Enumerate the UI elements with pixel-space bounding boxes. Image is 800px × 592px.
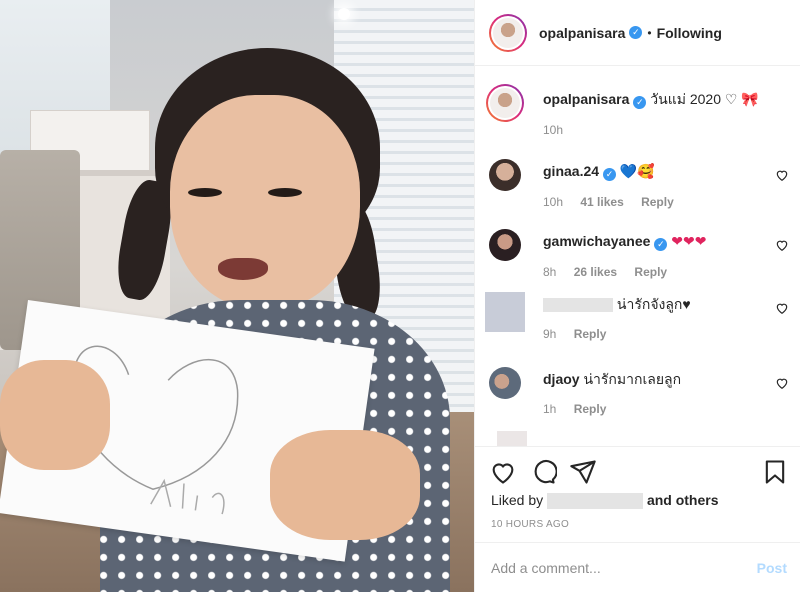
commenter-avatar-redacted[interactable] bbox=[485, 292, 525, 332]
reply-button[interactable]: Reply bbox=[574, 327, 607, 341]
like-comment-heart-icon[interactable] bbox=[775, 376, 789, 390]
comment-likes[interactable]: 26 likes bbox=[574, 265, 617, 279]
photo-girl-mouth bbox=[218, 258, 268, 280]
caption-row: opalpanisara ✓ วันแม่ 2020 ♡ 🎀 10h bbox=[486, 84, 789, 147]
comment-time: 10h bbox=[543, 195, 564, 209]
post-timestamp[interactable]: 10 HOURS AGO bbox=[491, 519, 569, 530]
comment-body: gamwichayanee ✓ ❤❤❤ 8h 26 likes Reply bbox=[543, 232, 763, 281]
post-side-panel: opalpanisara ✓ • Following opalpanisara ✓… bbox=[474, 0, 800, 592]
liked-by-line: Liked by and others bbox=[491, 492, 719, 510]
following-button[interactable]: Following bbox=[657, 25, 722, 41]
actions-divider bbox=[475, 446, 800, 447]
comment-text: น่ารักมากเลยลูก bbox=[583, 371, 682, 387]
like-comment-heart-icon[interactable] bbox=[775, 238, 789, 252]
like-comment-heart-icon[interactable] bbox=[775, 168, 789, 182]
separator-dot: • bbox=[647, 25, 652, 40]
comment-row: gamwichayanee ✓ ❤❤❤ 8h 26 likes Reply bbox=[489, 229, 789, 289]
verified-badge-icon: ✓ bbox=[633, 96, 647, 109]
reply-button[interactable]: Reply bbox=[641, 195, 674, 209]
post-header: opalpanisara ✓ • Following bbox=[475, 0, 800, 66]
comment-time: 9h bbox=[543, 327, 557, 341]
comment-body: น่ารักจังลูก♥ 9h Reply bbox=[543, 295, 763, 343]
verified-badge-icon: ✓ bbox=[603, 168, 617, 181]
comment-row: djaoy น่ารักมากเลยลูก 1h Reply bbox=[489, 367, 789, 427]
reply-button[interactable]: Reply bbox=[574, 402, 607, 416]
commenter-username[interactable]: djaoy bbox=[543, 371, 580, 387]
commenter-username[interactable]: gamwichayanee bbox=[543, 233, 650, 249]
comment-body: ginaa.24 ✓ 💙🥰 10h 41 likes Reply bbox=[543, 162, 763, 211]
comment-icon[interactable] bbox=[529, 458, 557, 486]
caption-author[interactable]: opalpanisara bbox=[543, 91, 629, 107]
caption-text: วันแม่ 2020 ♡ bbox=[650, 91, 738, 107]
bow-icon: 🎀 bbox=[741, 91, 759, 107]
commenter-avatar-redacted[interactable] bbox=[497, 431, 527, 446]
post-photo[interactable] bbox=[0, 0, 474, 592]
commenter-avatar[interactable] bbox=[489, 229, 521, 261]
comment-body: djaoy น่ารักมากเลยลูก 1h Reply bbox=[543, 370, 763, 418]
comment-row-partial bbox=[489, 431, 789, 446]
photo-ceiling-light bbox=[338, 8, 350, 20]
photo-girl-hand-right bbox=[270, 430, 420, 540]
instagram-post-view: opalpanisara ✓ • Following opalpanisara ✓… bbox=[0, 0, 800, 592]
post-comment-button[interactable]: Post bbox=[757, 560, 787, 576]
comment-likes[interactable]: 41 likes bbox=[580, 195, 623, 209]
caption-body: opalpanisara ✓ วันแม่ 2020 ♡ 🎀 10h bbox=[543, 90, 763, 139]
reply-button[interactable]: Reply bbox=[634, 265, 667, 279]
liked-by-others[interactable]: and others bbox=[647, 492, 719, 508]
commenter-avatar[interactable] bbox=[489, 159, 521, 191]
bookmark-icon[interactable] bbox=[761, 458, 789, 486]
post-actions-bar bbox=[489, 458, 789, 486]
comment-time: 8h bbox=[543, 265, 557, 279]
comment-text: ❤❤❤ bbox=[671, 233, 707, 249]
like-comment-heart-icon[interactable] bbox=[775, 301, 789, 315]
liked-by-redacted-user[interactable] bbox=[547, 493, 644, 510]
photo-girl-eye-right bbox=[268, 188, 302, 197]
verified-badge-icon: ✓ bbox=[654, 238, 668, 251]
author-username[interactable]: opalpanisara bbox=[539, 25, 625, 41]
comment-text: น่ารักจังลูก♥ bbox=[616, 296, 691, 312]
verified-badge-icon: ✓ bbox=[629, 26, 643, 39]
caption-author-avatar[interactable] bbox=[486, 84, 524, 122]
comments-list[interactable]: opalpanisara ✓ วันแม่ 2020 ♡ 🎀 10h ginaa.… bbox=[475, 67, 800, 446]
share-icon[interactable] bbox=[569, 458, 597, 486]
add-comment-bar: Post bbox=[475, 542, 800, 592]
caption-time: 10h bbox=[543, 123, 564, 137]
heart-icon[interactable] bbox=[489, 458, 517, 486]
photo-girl-hand-left bbox=[0, 360, 110, 470]
add-comment-input[interactable] bbox=[491, 559, 757, 576]
comment-row: น่ารักจังลูก♥ 9h Reply bbox=[485, 292, 789, 352]
author-avatar[interactable] bbox=[489, 13, 527, 52]
photo-girl-face bbox=[170, 95, 360, 310]
commenter-avatar[interactable] bbox=[489, 367, 521, 399]
redacted-username bbox=[543, 298, 613, 313]
comment-time: 1h bbox=[543, 402, 557, 416]
comment-text: 💙🥰 bbox=[619, 163, 655, 179]
commenter-username[interactable]: ginaa.24 bbox=[543, 163, 599, 179]
photo-girl-eye-left bbox=[188, 188, 222, 197]
comment-row: ginaa.24 ✓ 💙🥰 10h 41 likes Reply bbox=[489, 159, 789, 219]
liked-by-prefix: Liked by bbox=[491, 492, 544, 508]
